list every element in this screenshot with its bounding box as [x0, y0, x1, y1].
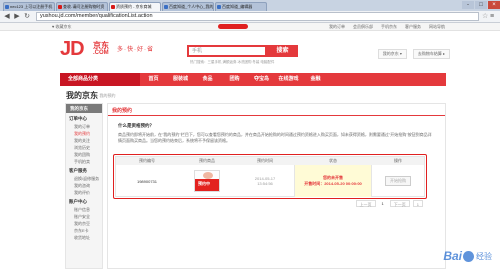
tab-label: 百度知道_编辑器 [222, 4, 253, 9]
browser-menu-icon[interactable]: ≡ [490, 13, 498, 21]
browser-tab[interactable]: 百度知道_编辑器 [215, 2, 267, 11]
tab-label: 百度知道_个人中心_我的 [169, 4, 214, 9]
sidebar-item-ecard[interactable]: 京东E卡 [66, 227, 102, 234]
breadcrumb: > 我的预约 [96, 93, 116, 98]
site-topbar: ♥ 收藏京东 我的订单 会员俱乐部 手机京东 客户服务 网站导航 [0, 23, 500, 31]
sidebar-item-reviews[interactable]: 我的评价 [66, 189, 102, 196]
page: nec123 上可以注册手机 查收-请问注册购物时资 资质预约 - 京东商城 百… [0, 0, 500, 269]
sidebar-item-follows[interactable]: 我的关注 [66, 137, 102, 144]
faq-question: 什么是资格预约？ [118, 123, 154, 128]
bookmark-star-icon[interactable]: ☆ [482, 13, 490, 21]
sidebar-group-title: 订单中心 [69, 116, 87, 121]
tab-favicon-icon [111, 5, 115, 9]
topbar-link[interactable]: 网站导航 [429, 23, 445, 31]
browser-tabbar: nec123 上可以注册手机 查收-请问注册购物时资 资质预约 - 京东商城 百… [0, 0, 500, 11]
nav-item-food[interactable]: 食品 [194, 73, 221, 86]
prev-page-button[interactable]: 上一页 [355, 200, 376, 207]
tab-label: 查收-请问注册购物时资 [63, 4, 105, 9]
faq-answer: 商品预约即将开始前，在"我的预约"栏目下，您可以查看您预约的商品，并在商品开始抢… [118, 132, 432, 143]
tab-label: 资质预约 - 京东商城 [116, 4, 152, 9]
sidebar-item-reservations[interactable]: 我的预约 [66, 130, 102, 137]
address-bar: ◀ ▶ ↻ yushou.jd.com/member/qualification… [0, 11, 500, 23]
tab-favicon-icon [164, 5, 168, 9]
header-actions: 我的京东 ▾ 去购物车结算 ▸ [377, 49, 450, 59]
sidebar-item-auction[interactable]: 手机拍卖 [66, 158, 102, 165]
sidebar: 我的京东 订单中心 我的订单 我的预约 我的关注 浏览历史 我的团购 手机拍卖 … [65, 103, 103, 269]
nav-item-games[interactable]: 在线游戏 [275, 73, 302, 86]
topbar-link[interactable]: 手机京东 [381, 23, 397, 31]
browser-tab[interactable]: 查收-请问注册购物时资 [56, 2, 108, 11]
reload-icon[interactable]: ↻ [23, 13, 31, 21]
back-arrow-icon[interactable]: ◀ [3, 13, 11, 21]
sidebar-item-group-buy[interactable]: 我的团购 [66, 151, 102, 158]
nav-item-home[interactable]: 首页 [140, 73, 167, 86]
sidebar-group-title: 客户服务 [69, 168, 87, 173]
page-title: 我的京东 [66, 91, 98, 100]
section-divider [108, 115, 445, 116]
nav-item-group-buy[interactable]: 团购 [221, 73, 248, 86]
sidebar-item-orders[interactable]: 我的订单 [66, 123, 102, 130]
tab-favicon-icon [217, 5, 221, 9]
watermark-brand: Bai [443, 249, 462, 263]
hot-search-words[interactable]: 热门搜索：三星手机 满额返券 冰洗团购 冬装 电脑配件 [190, 60, 274, 65]
nav-item-clothing[interactable]: 服装城 [167, 73, 194, 86]
logo-slogan: 多·快·好·省 [117, 47, 154, 53]
sidebar-item-account-info[interactable]: 账户信息 [66, 206, 102, 213]
highlight-frame [113, 154, 427, 199]
topbar-link[interactable]: 我的订单 [329, 23, 345, 31]
cart-button[interactable]: 去购物车结算 ▸ [412, 49, 450, 59]
sidebar-group-title: 账户中心 [69, 199, 87, 204]
sidebar-item-account-security[interactable]: 账户安全 [66, 213, 102, 220]
topbar-link[interactable]: 会员俱乐部 [353, 23, 373, 31]
pagination: 上一页 1 下一页 1 [355, 200, 423, 207]
sidebar-item-returns[interactable]: 退换/返修服务 [66, 175, 102, 182]
favorite-site-link[interactable]: ♥ 收藏京东 [52, 23, 72, 31]
sidebar-item-address[interactable]: 收货地址 [66, 234, 102, 241]
tab-favicon-icon [58, 5, 62, 9]
main-nav: 全部商品分类 首页 服装城 食品 团购 夺宝岛 在线游戏 金融 [60, 73, 446, 86]
nav-item-finance[interactable]: 金融 [302, 73, 329, 86]
forward-arrow-icon[interactable]: ▶ [13, 13, 21, 21]
sidebar-item-jingdou[interactable]: 我的京豆 [66, 220, 102, 227]
paw-icon [463, 250, 474, 262]
current-page: 1 [381, 201, 384, 206]
sidebar-head[interactable]: 我的京东 [66, 104, 102, 113]
my-jd-button[interactable]: 我的京东 ▾ [377, 49, 407, 59]
browser-tab[interactable]: nec123 上可以注册手机 [3, 2, 55, 11]
tab-label: nec123 上可以注册手机 [10, 4, 53, 9]
maximize-button[interactable]: □ [475, 1, 487, 9]
next-page-button[interactable]: 下一页 [389, 200, 410, 207]
redacted-username [218, 24, 248, 29]
window-controls: - □ × [461, 1, 500, 11]
topbar-links: 我的订单 会员俱乐部 手机京东 客户服务 网站导航 [329, 23, 445, 31]
minimize-button[interactable]: - [462, 1, 474, 9]
search-input[interactable]: 手机 [187, 45, 267, 57]
url-input[interactable]: yushou.jd.com/member/qualificationList.a… [36, 12, 479, 21]
watermark-suffix: 经验 [476, 251, 492, 261]
main-panel: 我的预约 什么是资格预约？ 商品预约即将开始前，在"我的预约"栏目下，您可以查看… [107, 103, 446, 269]
browser-tab[interactable]: 百度知道_个人中心_我的 [162, 2, 214, 11]
logo-jd: JD [60, 38, 85, 60]
search-button[interactable]: 搜索 [267, 45, 298, 57]
all-categories-button[interactable]: 全部商品分类 [60, 73, 140, 86]
sidebar-item-history[interactable]: 浏览历史 [66, 144, 102, 151]
logo-com: .COM [93, 50, 109, 56]
sidebar-item-consult[interactable]: 我的咨询 [66, 182, 102, 189]
jd-logo[interactable]: JD 京东 .COM 多·快·好·省 [60, 38, 153, 61]
tab-favicon-icon [5, 5, 9, 9]
browser-tab-active[interactable]: 资质预约 - 京东商城 [109, 2, 161, 11]
section-title: 我的预约 [112, 108, 133, 114]
topbar-link[interactable]: 客户服务 [405, 23, 421, 31]
baidu-watermark: Bai 经验 [443, 249, 492, 263]
nav-item-auction[interactable]: 夺宝岛 [248, 73, 275, 86]
page-jump-input[interactable]: 1 [412, 200, 423, 207]
close-window-button[interactable]: × [488, 1, 500, 9]
